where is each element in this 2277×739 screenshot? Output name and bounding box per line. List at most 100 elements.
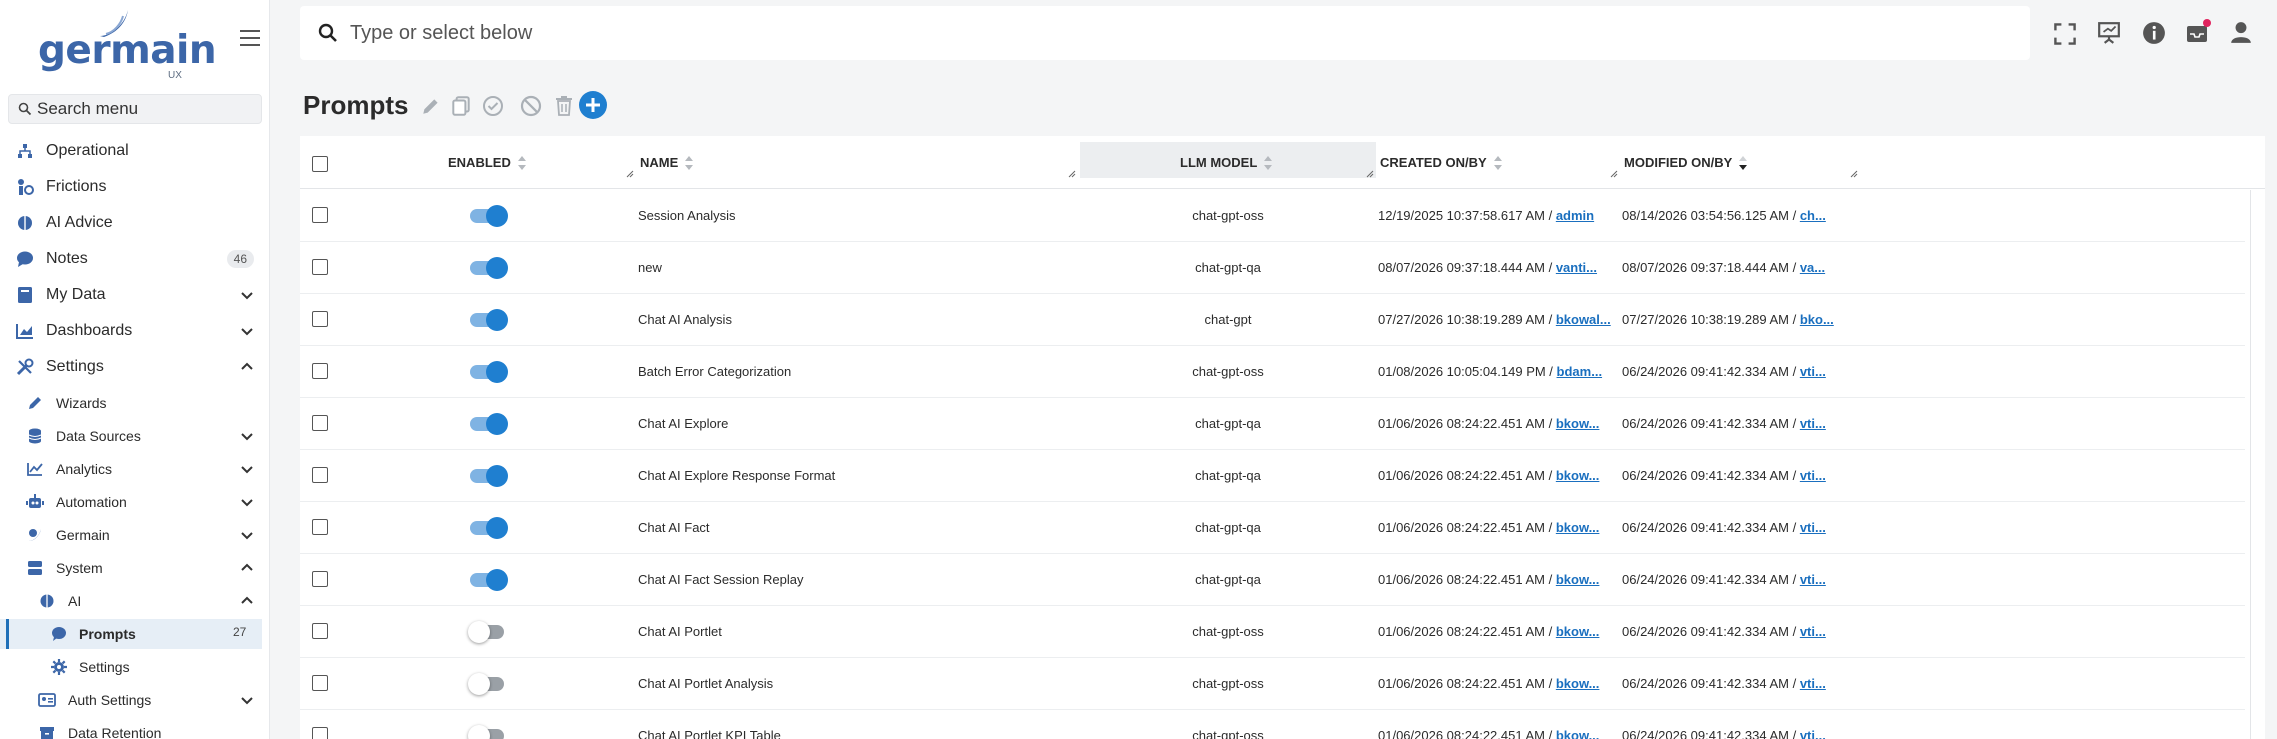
modified-by-link[interactable]: vti...	[1800, 728, 1826, 739]
table-row[interactable]: Chat AI Portlet KPI Table chat-gpt-oss 01/…	[300, 710, 2245, 739]
row-checkbox[interactable]	[312, 675, 328, 691]
nav-auth-settings[interactable]: Auth Settings	[0, 685, 262, 715]
modified-by-link[interactable]: va...	[1800, 260, 1825, 275]
row-checkbox[interactable]	[312, 259, 328, 275]
row-checkbox[interactable]	[312, 311, 328, 327]
modified-by-link[interactable]: vti...	[1800, 520, 1826, 535]
column-header-name[interactable]: NAME	[640, 136, 694, 189]
nav-notes[interactable]: Notes 46	[0, 244, 262, 274]
menu-search-input[interactable]	[37, 98, 252, 120]
row-checkbox[interactable]	[312, 363, 328, 379]
enabled-toggle[interactable]	[468, 257, 508, 279]
enabled-toggle[interactable]	[468, 569, 508, 591]
presentation-icon[interactable]	[2097, 21, 2121, 45]
select-all-checkbox[interactable]	[312, 156, 328, 172]
enabled-toggle[interactable]	[468, 413, 508, 435]
nav-wizards[interactable]: Wizards	[0, 388, 262, 418]
row-checkbox[interactable]	[312, 415, 328, 431]
germain-logo[interactable]: germain UX	[38, 6, 217, 82]
created-by-link[interactable]: vanti...	[1556, 260, 1597, 275]
info-icon[interactable]	[2142, 21, 2166, 45]
nav-ai[interactable]: AI	[0, 586, 262, 616]
column-header-created[interactable]: CREATED ON/BY	[1380, 136, 1503, 189]
column-resize-handle[interactable]	[1068, 170, 1076, 178]
created-by-link[interactable]: bdam...	[1557, 364, 1603, 379]
created-by-link[interactable]: bkow...	[1556, 624, 1600, 639]
row-checkbox[interactable]	[312, 519, 328, 535]
modified-by-link[interactable]: ch...	[1800, 208, 1826, 223]
row-checkbox[interactable]	[312, 467, 328, 483]
enabled-toggle[interactable]	[468, 517, 508, 539]
row-checkbox[interactable]	[312, 623, 328, 639]
inbox-button[interactable]	[2185, 19, 2211, 44]
global-search-input[interactable]	[350, 19, 1250, 47]
check-circle-icon[interactable]	[482, 95, 504, 117]
hamburger-menu-icon[interactable]	[240, 30, 260, 48]
enabled-toggle[interactable]	[468, 205, 508, 227]
nav-operational[interactable]: Operational	[0, 136, 262, 166]
modified-by-link[interactable]: vti...	[1800, 572, 1826, 587]
column-resize-handle[interactable]	[1850, 170, 1858, 178]
add-prompt-button[interactable]	[579, 91, 607, 119]
nav-data-retention[interactable]: Data Retention	[0, 718, 262, 739]
table-row[interactable]: Chat AI Explore chat-gpt-qa 01/06/2026 08:…	[300, 398, 2245, 450]
column-header-enabled[interactable]: ENABLED	[448, 136, 527, 189]
enabled-toggle[interactable]	[468, 621, 508, 643]
table-row[interactable]: Session Analysis chat-gpt-oss 12/19/2025 1…	[300, 190, 2245, 242]
nav-ai-settings[interactable]: Settings	[0, 652, 262, 682]
created-by-link[interactable]: bkowal...	[1556, 312, 1611, 327]
modified-by-link[interactable]: vti...	[1800, 364, 1826, 379]
row-checkbox[interactable]	[312, 727, 328, 739]
modified-by-link[interactable]: vti...	[1800, 468, 1826, 483]
enabled-toggle[interactable]	[468, 465, 508, 487]
modified-by-link[interactable]: vti...	[1800, 676, 1826, 691]
table-scrollbar[interactable]	[2250, 190, 2260, 739]
fullscreen-icon[interactable]	[2053, 22, 2077, 46]
nav-analytics[interactable]: Analytics	[0, 454, 262, 484]
column-resize-handle[interactable]	[1366, 170, 1374, 178]
nav-dashboards[interactable]: Dashboards	[0, 316, 262, 346]
table-row[interactable]: Chat AI Analysis chat-gpt 07/27/2026 10:38…	[300, 294, 2245, 346]
nav-system[interactable]: System	[0, 553, 262, 583]
table-row[interactable]: Chat AI Fact Session Replay chat-gpt-qa 01…	[300, 554, 2245, 606]
row-checkbox[interactable]	[312, 571, 328, 587]
created-by-link[interactable]: bkow...	[1556, 572, 1600, 587]
nav-settings[interactable]: Settings	[0, 352, 262, 382]
modified-by-link[interactable]: vti...	[1800, 416, 1826, 431]
enabled-toggle[interactable]	[468, 673, 508, 695]
table-row[interactable]: Chat AI Fact chat-gpt-qa 01/06/2026 08:24:…	[300, 502, 2245, 554]
nav-data-sources[interactable]: Data Sources	[0, 421, 262, 451]
copy-icon[interactable]	[450, 95, 472, 117]
column-resize-handle[interactable]	[626, 170, 634, 178]
enabled-toggle[interactable]	[468, 725, 508, 739]
modified-by-link[interactable]: bko...	[1800, 312, 1834, 327]
nav-prompts[interactable]: Prompts 27	[0, 619, 262, 649]
edit-icon[interactable]	[420, 95, 442, 117]
nav-frictions[interactable]: Frictions	[0, 172, 262, 202]
column-header-modified[interactable]: MODIFIED ON/BY	[1624, 136, 1748, 189]
created-by-link[interactable]: bkow...	[1556, 520, 1600, 535]
user-icon[interactable]	[2229, 20, 2253, 44]
created-by-link[interactable]: bkow...	[1556, 468, 1600, 483]
created-by-link[interactable]: bkow...	[1556, 728, 1600, 739]
table-row[interactable]: Chat AI Portlet Analysis chat-gpt-oss 01/0…	[300, 658, 2245, 710]
table-row[interactable]: Batch Error Categorization chat-gpt-oss 01…	[300, 346, 2245, 398]
nav-automation[interactable]: Automation	[0, 487, 262, 517]
created-by-link[interactable]: admin	[1556, 208, 1594, 223]
table-row[interactable]: Chat AI Explore Response Format chat-gpt-…	[300, 450, 2245, 502]
column-resize-handle[interactable]	[1610, 170, 1618, 178]
trash-icon[interactable]	[553, 95, 575, 117]
modified-by-link[interactable]: vti...	[1800, 624, 1826, 639]
ban-icon[interactable]	[520, 95, 542, 117]
table-row[interactable]: Chat AI Portlet chat-gpt-oss 01/06/2026 08…	[300, 606, 2245, 658]
nav-ai-advice[interactable]: AI Advice	[0, 208, 262, 238]
row-checkbox[interactable]	[312, 207, 328, 223]
nav-my-data[interactable]: My Data	[0, 280, 262, 310]
enabled-toggle[interactable]	[468, 361, 508, 383]
column-header-llm-model[interactable]: LLM MODEL	[1180, 136, 1273, 189]
created-by-link[interactable]: bkow...	[1556, 676, 1600, 691]
enabled-toggle[interactable]	[468, 309, 508, 331]
created-by-link[interactable]: bkow...	[1556, 416, 1600, 431]
nav-germain[interactable]: Germain	[0, 520, 262, 550]
table-row[interactable]: new chat-gpt-qa 08/07/2026 09:37:18.444 AM…	[300, 242, 2245, 294]
